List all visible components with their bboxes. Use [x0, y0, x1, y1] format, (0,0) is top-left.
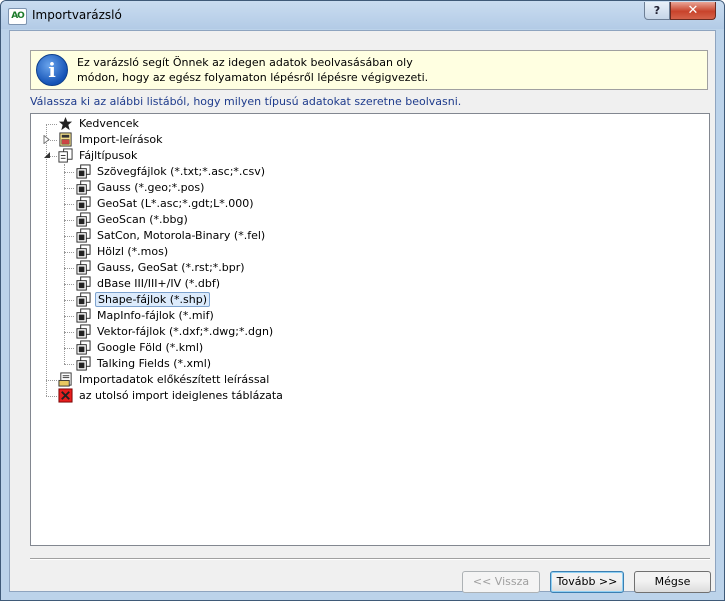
tree-item-label: Vektor-fájlok (*.dxf;*.dwg;*.dgn) [97, 325, 274, 338]
dialog-client-area: i Ez varázsló segít Önnek az idegen adat… [9, 30, 716, 593]
tree-item-label: Talking Fields (*.xml) [97, 357, 212, 370]
tree-item-label: az utolsó import ideiglenes táblázata [79, 389, 283, 402]
file-format-icon [76, 292, 91, 307]
file-format-icon [76, 196, 91, 211]
back-button[interactable]: << Vissza [462, 571, 540, 593]
tree-item-label: Google Föld (*.kml) [97, 341, 204, 354]
tree-item-file-type[interactable]: Shape-fájlok (*.shp) [31, 292, 351, 308]
info-icon: i [36, 54, 68, 86]
tree-item-label: Shape-fájlok (*.shp) [95, 292, 211, 307]
next-button-label: Tovább >> [556, 575, 618, 588]
tree-item-file-type[interactable]: Vektor-fájlok (*.dxf;*.dwg;*.dgn) [31, 324, 351, 340]
cancel-button[interactable]: Mégse [634, 571, 711, 593]
import-type-tree[interactable]: Kedvencek Import-leírások Fájltípusok Sz… [30, 113, 710, 546]
file-format-icon [76, 356, 91, 371]
file-format-icon [76, 308, 91, 323]
tree-item-label: Gauss, GeoSat (*.rst;*.bpr) [97, 261, 245, 274]
file-format-icon [76, 260, 91, 275]
tree-item-label: GeoScan (*.bbg) [97, 213, 188, 226]
tree-item-file-type[interactable]: Talking Fields (*.xml) [31, 356, 351, 372]
window-title: Importvarázsló [32, 8, 122, 22]
tree-item-file-type[interactable]: GeoSat (L*.asc;*.gdt;L*.000) [31, 196, 351, 212]
close-button[interactable]: ✕ [670, 2, 716, 20]
tree-item-file-type[interactable]: dBase III/III+/IV (*.dbf) [31, 276, 351, 292]
file-format-icon [76, 212, 91, 227]
info-text-line2: módon, hogy az egész folyamaton lépésről… [77, 71, 429, 84]
file-format-icon [76, 340, 91, 355]
tree-item-label: Kedvencek [79, 117, 139, 130]
prepared-import-icon [58, 372, 72, 387]
file-format-icon [76, 276, 91, 291]
tree-item-label: dBase III/III+/IV (*.dbf) [97, 277, 221, 290]
import-wizard-window: AO Importvarázsló ? ✕ i Ez varázsló segí… [0, 0, 725, 601]
tree-item-last-import[interactable]: az utolsó import ideiglenes táblázata [31, 388, 331, 404]
info-text-line1: Ez varázsló segít Önnek az idegen adatok… [77, 56, 413, 69]
tree-item-favorites[interactable]: Kedvencek [31, 116, 331, 132]
help-button[interactable]: ? [644, 2, 670, 20]
button-separator [30, 558, 710, 560]
tree-item-label: Hölzl (*.mos) [97, 245, 169, 258]
tree-item-file-type[interactable]: Hölzl (*.mos) [31, 244, 351, 260]
app-logo-icon: AO [8, 8, 27, 25]
next-button[interactable]: Tovább >> [550, 571, 624, 593]
file-format-icon [76, 164, 91, 179]
title-bar[interactable]: AO Importvarázsló ? ✕ [1, 1, 724, 29]
tree-item-file-type[interactable]: GeoScan (*.bbg) [31, 212, 351, 228]
file-format-icon [76, 180, 91, 195]
tree-item-file-types[interactable]: Fájltípusok [31, 148, 331, 164]
folder-files-icon [58, 148, 73, 163]
tree-item-file-type[interactable]: Gauss (*.geo;*.pos) [31, 180, 351, 196]
star-icon [58, 116, 73, 131]
instruction-text: Válassza ki az alábbi listából, hogy mil… [30, 95, 462, 108]
tree-item-label: GeoSat (L*.asc;*.gdt;L*.000) [97, 197, 254, 210]
tree-item-prepared-import[interactable]: Importadatok előkészített leírással [31, 372, 331, 388]
tree-item-import-descriptions[interactable]: Import-leírások [31, 132, 331, 148]
tree-item-label: Importadatok előkészített leírással [79, 373, 270, 386]
tree-item-file-type[interactable]: Google Föld (*.kml) [31, 340, 351, 356]
tree-item-label: Import-leírások [79, 133, 163, 146]
collapse-arrow-icon[interactable] [43, 151, 51, 160]
file-format-icon [76, 324, 91, 339]
tree-item-label: MapInfo-fájlok (*.mif) [97, 309, 214, 322]
import-description-icon [59, 132, 72, 147]
tree-item-file-type[interactable]: SatCon, Motorola-Binary (*.fel) [31, 228, 351, 244]
tree-item-file-type[interactable]: MapInfo-fájlok (*.mif) [31, 308, 351, 324]
temp-table-icon [58, 388, 73, 403]
tree-item-label: Szövegfájlok (*.txt;*.asc;*.csv) [97, 165, 265, 178]
expand-arrow-icon[interactable] [43, 135, 51, 144]
tree-item-label: Fájltípusok [79, 149, 138, 162]
tree-item-label: SatCon, Motorola-Binary (*.fel) [97, 229, 266, 242]
tree-item-label: Gauss (*.geo;*.pos) [97, 181, 205, 194]
file-format-icon [76, 244, 91, 259]
tree-item-file-type[interactable]: Szövegfájlok (*.txt;*.asc;*.csv) [31, 164, 351, 180]
info-box: i Ez varázsló segít Önnek az idegen adat… [30, 50, 708, 90]
tree-item-file-type[interactable]: Gauss, GeoSat (*.rst;*.bpr) [31, 260, 351, 276]
file-format-icon [76, 228, 91, 243]
